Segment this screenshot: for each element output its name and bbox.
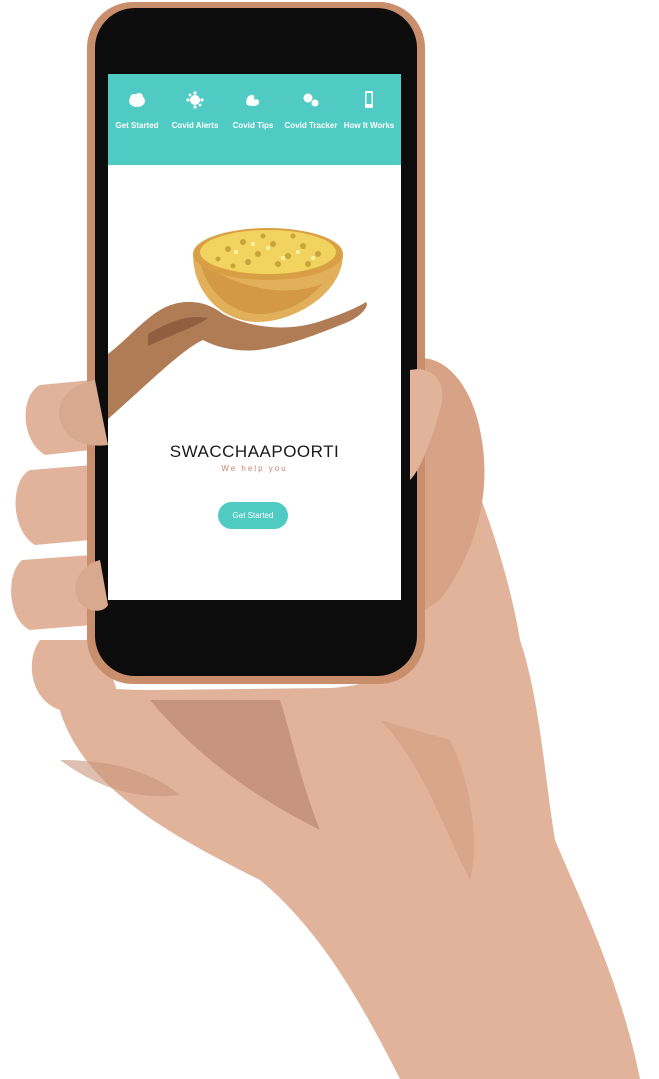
nav-label-covid-alerts: Covid Alerts bbox=[171, 121, 219, 130]
nav-item-get-started[interactable]: Get Started bbox=[108, 74, 166, 165]
phone-icon bbox=[365, 91, 373, 108]
nav-item-covid-alerts[interactable]: Covid Alerts bbox=[166, 74, 224, 165]
hand-holding-bowl-icon bbox=[108, 228, 367, 419]
brand-tagline: We help you bbox=[221, 464, 288, 473]
bubbles-icon bbox=[303, 93, 319, 107]
nav-item-covid-tracker[interactable]: Covid Tracker bbox=[282, 74, 340, 165]
brand-title: SWACCHAAPOORTI bbox=[169, 442, 340, 461]
app-screen: Get Started Covid Alerts Covid Tips Covi… bbox=[108, 74, 401, 600]
top-nav-bar: Get Started Covid Alerts Covid Tips Covi… bbox=[108, 74, 401, 165]
get-started-button[interactable]: Get Started bbox=[218, 502, 288, 529]
nav-label-covid-tips: Covid Tips bbox=[232, 121, 274, 130]
phone-bottom-bezel bbox=[108, 600, 401, 668]
nav-item-how-it-works[interactable]: How It Works bbox=[340, 74, 398, 165]
nav-label-get-started: Get Started bbox=[115, 121, 159, 130]
hands-icon bbox=[246, 94, 260, 107]
cloud-icon bbox=[129, 93, 145, 107]
nav-label-how-it-works: How It Works bbox=[343, 121, 395, 130]
virus-icon bbox=[186, 91, 204, 109]
nav-label-covid-tracker: Covid Tracker bbox=[284, 121, 338, 130]
nav-item-covid-tips[interactable]: Covid Tips bbox=[224, 74, 282, 165]
